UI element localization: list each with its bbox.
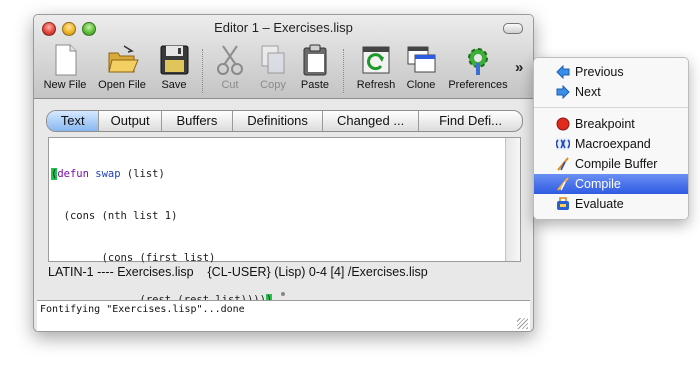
- menu-separator: [534, 107, 688, 108]
- tab-definitions[interactable]: Definitions: [233, 111, 324, 131]
- echo-area: Fontifying "Exercises.lisp"...done: [37, 300, 530, 331]
- refresh-label: Refresh: [356, 79, 396, 91]
- toolbar-separator: [202, 49, 203, 93]
- tab-output[interactable]: Output: [99, 111, 162, 131]
- menu-item-label: Compile Buffer: [575, 157, 658, 171]
- open-folder-icon: [106, 43, 139, 77]
- menu-item-compile[interactable]: Compile: [534, 174, 688, 194]
- vertical-scrollbar[interactable]: [505, 138, 520, 261]
- toolbar-overflow-menu: Previous Next Breakpoint Macroexpand Com…: [533, 57, 689, 220]
- tab-buffers[interactable]: Buffers: [162, 111, 234, 131]
- floppy-disk-icon: [158, 43, 190, 77]
- menu-item-label: Previous: [575, 65, 624, 79]
- new-file-label: New File: [43, 79, 87, 91]
- copy-label: Copy: [260, 79, 286, 91]
- tab-text[interactable]: Text: [47, 111, 100, 131]
- menu-item-previous[interactable]: Previous: [534, 62, 688, 82]
- echo-message: Fontifying "Exercises.lisp"...done: [40, 304, 245, 315]
- evaluate-icon: [557, 197, 569, 210]
- title-toolbar-area: Editor 1 – Exercises.lisp New File Open …: [34, 15, 533, 99]
- paste-clipboard-icon: [299, 43, 331, 77]
- preferences-gear-icon: [462, 43, 494, 77]
- code-line-3: (cons (first list): [51, 252, 216, 264]
- menu-item-breakpoint[interactable]: Breakpoint: [534, 114, 688, 134]
- editor-window: Editor 1 – Exercises.lisp New File Open …: [33, 14, 534, 332]
- save-button[interactable]: Save: [154, 43, 194, 97]
- refresh-button[interactable]: Refresh: [352, 43, 400, 97]
- breakpoint-red-dot-icon: [556, 117, 570, 131]
- clone-label: Clone: [406, 79, 436, 91]
- menu-item-label: Compile: [575, 177, 621, 191]
- preferences-label: Preferences: [448, 79, 508, 91]
- window-title: Editor 1 – Exercises.lisp: [214, 20, 353, 35]
- toolbar-toggle-button[interactable]: [503, 23, 523, 34]
- mode-line: LATIN-1 ---- Exercises.lisp {CL-USER} (L…: [48, 265, 428, 279]
- save-label: Save: [161, 79, 187, 91]
- clone-button[interactable]: Clone: [402, 43, 440, 97]
- left-arrow-icon: [556, 65, 570, 79]
- tab-changed[interactable]: Changed ...: [323, 111, 420, 131]
- code-line-1: (defun swap (list): [51, 168, 165, 180]
- keyword-defun: defun: [57, 168, 89, 180]
- resize-grip-icon[interactable]: [517, 318, 528, 329]
- code-line-2: (cons (nth list 1): [51, 210, 178, 222]
- compile-buffer-icon: [557, 157, 569, 171]
- toolbar-overflow-chevron[interactable]: »: [515, 59, 523, 76]
- menu-item-macroexpand[interactable]: Macroexpand: [534, 134, 688, 154]
- code-editor[interactable]: (defun swap (list) (cons (nth list 1) (c…: [48, 137, 521, 306]
- open-file-button[interactable]: Open File: [94, 43, 150, 97]
- menu-item-label: Evaluate: [575, 197, 624, 211]
- copy-button[interactable]: Copy: [254, 43, 292, 97]
- right-arrow-icon: [556, 85, 570, 99]
- menu-item-compile-buffer[interactable]: Compile Buffer: [534, 154, 688, 174]
- compile-icon: [557, 177, 569, 191]
- preferences-button[interactable]: Preferences: [444, 43, 512, 97]
- refresh-icon: [360, 43, 392, 77]
- cut-label: Cut: [221, 79, 239, 91]
- paste-label: Paste: [300, 79, 330, 91]
- scissors-icon: [214, 43, 246, 77]
- menu-item-label: Next: [575, 85, 601, 99]
- function-name: swap: [95, 168, 121, 180]
- macroexpand-icon: [556, 138, 570, 150]
- pane-splitter-handle[interactable]: [281, 292, 285, 296]
- copy-icon: [257, 43, 289, 77]
- new-file-icon: [49, 43, 81, 77]
- clone-window-icon: [405, 43, 437, 77]
- menu-item-label: Macroexpand: [575, 137, 651, 151]
- open-file-label: Open File: [98, 79, 146, 91]
- menu-item-label: Breakpoint: [575, 117, 635, 131]
- paste-button[interactable]: Paste: [296, 43, 334, 97]
- menu-item-next[interactable]: Next: [534, 82, 688, 102]
- tab-find-definitions[interactable]: Find Defi...: [419, 111, 522, 131]
- editor-tabs: Text Output Buffers Definitions Changed …: [46, 110, 523, 132]
- cut-button[interactable]: Cut: [212, 43, 248, 97]
- menu-item-evaluate[interactable]: Evaluate: [534, 194, 688, 214]
- toolbar-separator: [343, 49, 344, 93]
- new-file-button[interactable]: New File: [40, 43, 90, 97]
